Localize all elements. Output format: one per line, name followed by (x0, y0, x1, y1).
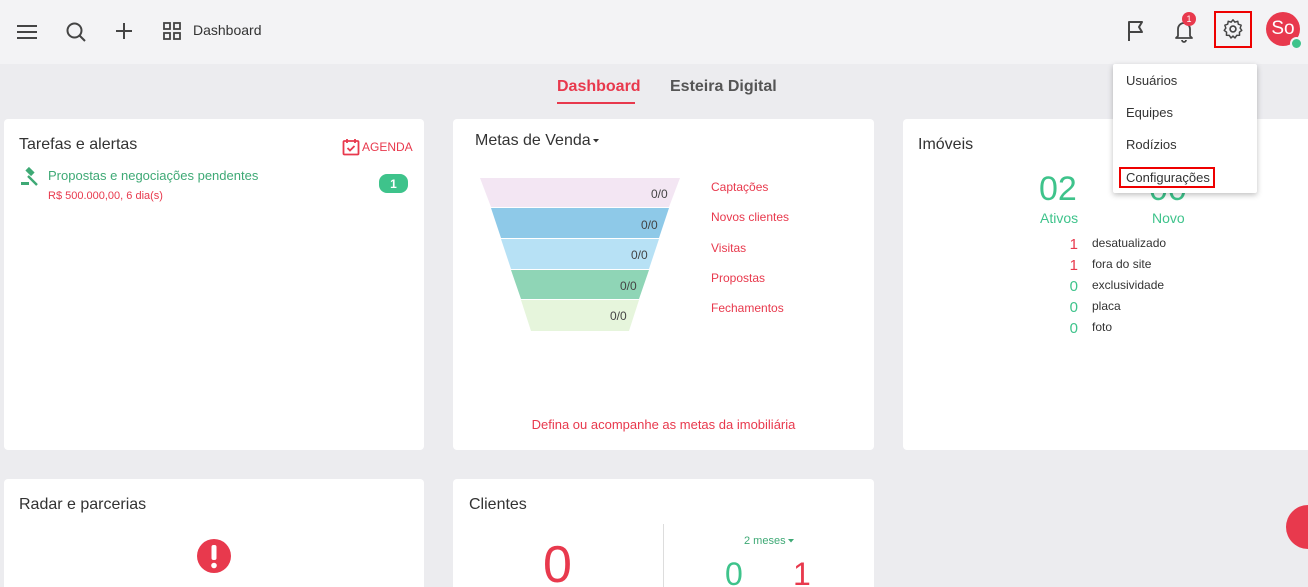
clientes-divider (663, 524, 664, 587)
pending-proposals-link[interactable]: Propostas e negociações pendentes (48, 168, 258, 183)
funnel-label-visitas[interactable]: Visitas (711, 241, 746, 255)
plus-icon[interactable] (111, 18, 137, 44)
ativos-count[interactable]: 02 (1039, 170, 1077, 209)
stat-fora-do-site-count[interactable]: 1 (1060, 257, 1078, 274)
top-bar: Dashboard 1 So (0, 0, 1308, 64)
funnel-label-novos-clientes[interactable]: Novos clientes (711, 210, 789, 224)
define-goals-link[interactable]: Defina ou acompanhe as metas da imobiliá… (453, 417, 874, 432)
pending-proposals-detail: R$ 500.000,00, 6 dia(s) (48, 190, 163, 202)
stat-foto-label: foto (1092, 320, 1113, 334)
funnel-label-fechamentos[interactable]: Fechamentos (711, 301, 784, 315)
tarefas-title: Tarefas e alertas (19, 136, 138, 153)
funnel-label-captacoes[interactable]: Captações (711, 180, 768, 194)
settings-button[interactable] (1214, 11, 1252, 48)
funnel-label-propostas[interactable]: Propostas (711, 271, 765, 285)
clientes-title: Clientes (469, 496, 527, 513)
task-count-badge: 1 (379, 174, 408, 193)
stat-placa-count[interactable]: 0 (1060, 299, 1078, 316)
caret-down-icon (592, 139, 599, 143)
imoveis-title: Imóveis (918, 136, 974, 153)
tab-dashboard[interactable]: Dashboard (557, 78, 641, 96)
configuracoes-highlight (1119, 167, 1215, 188)
notification-badge: 1 (1182, 12, 1196, 26)
radar-title: Radar e parcerias (19, 496, 147, 513)
funnel-value-captacoes: 0/0 (651, 187, 668, 201)
floating-action-button[interactable] (1286, 505, 1308, 549)
stat-fora-do-site-label: fora do site (1092, 257, 1152, 271)
calendar-check-icon (342, 139, 360, 156)
clientes-total[interactable]: 0 (543, 535, 572, 587)
stat-desatualizado-label: desatualizado (1092, 236, 1167, 250)
online-status-indicator (1290, 37, 1303, 50)
menu-item-rodizios[interactable]: Rodízios (1126, 137, 1177, 152)
alert-icon (196, 538, 232, 579)
clientes-value-a[interactable]: 0 (725, 556, 743, 587)
breadcrumb[interactable]: Dashboard (193, 22, 262, 38)
stat-exclusividade-count[interactable]: 0 (1060, 278, 1078, 295)
funnel-value-fechamentos: 0/0 (610, 309, 627, 323)
caret-down-icon (787, 539, 794, 543)
menu-item-equipes[interactable]: Equipes (1126, 105, 1173, 120)
stat-foto-count[interactable]: 0 (1060, 320, 1078, 337)
period-dropdown[interactable]: 2 meses (744, 535, 795, 547)
agenda-button[interactable]: AGENDA (342, 138, 413, 156)
stat-desatualizado-count[interactable]: 1 (1060, 236, 1078, 253)
funnel-stage-captacoes (480, 178, 680, 207)
ativos-label: Ativos (1040, 210, 1079, 226)
funnel-value-propostas: 0/0 (620, 279, 637, 293)
gear-icon (1222, 18, 1244, 40)
menu-item-usuarios[interactable]: Usuários (1126, 73, 1177, 88)
search-icon[interactable] (63, 19, 89, 45)
active-tab-indicator (557, 102, 635, 104)
stat-exclusividade-label: exclusividade (1092, 278, 1165, 292)
gavel-icon (20, 166, 40, 192)
flag-icon[interactable] (1123, 17, 1149, 45)
agenda-label: AGENDA (362, 140, 413, 154)
grid-icon[interactable] (160, 19, 184, 43)
funnel-value-visitas: 0/0 (631, 248, 648, 262)
metas-dropdown[interactable]: Metas de Venda (475, 132, 600, 150)
clientes-value-b[interactable]: 1 (793, 556, 811, 587)
period-label: 2 meses (744, 535, 786, 547)
metas-title: Metas de Venda (475, 132, 591, 149)
stat-placa-label: placa (1092, 299, 1121, 313)
tab-esteira-digital[interactable]: Esteira Digital (670, 78, 777, 96)
funnel-value-novos-clientes: 0/0 (641, 218, 658, 232)
novo-label: Novo (1152, 210, 1185, 226)
menu-icon[interactable] (14, 19, 40, 45)
